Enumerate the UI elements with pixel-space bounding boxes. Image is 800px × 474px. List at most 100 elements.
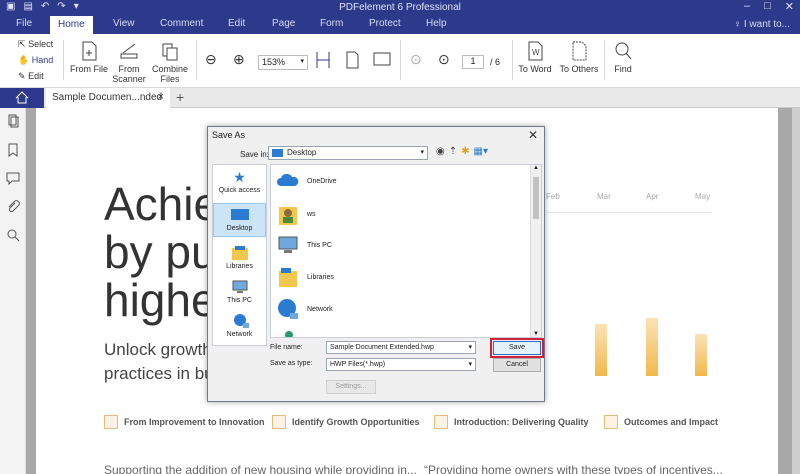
settings-button[interactable]: Settings...: [326, 380, 376, 394]
edit-tool[interactable]: ✎ Edit: [18, 71, 44, 82]
document-scrollbar[interactable]: [792, 108, 800, 474]
new-tab-icon[interactable]: +: [176, 89, 184, 105]
to-others-button[interactable]: To Others: [558, 40, 600, 74]
feature-label: Identify Growth Opportunities: [292, 417, 420, 427]
file-item-onedrive[interactable]: OneDrive: [277, 171, 337, 191]
to-word-button[interactable]: W To Word: [517, 40, 553, 74]
body-text-left: Supporting the addition of new housing w…: [104, 463, 417, 474]
edit-label: Edit: [28, 71, 44, 81]
title-bar: ▣ ▤ ↶ ↷ ▾ PDFelement 6 Professional – □ …: [0, 0, 800, 16]
feature-label: From Improvement to Innovation: [124, 417, 265, 427]
fullscreen-icon[interactable]: [372, 50, 392, 70]
menu-form[interactable]: Form: [320, 18, 343, 29]
from-file-button[interactable]: From File: [70, 40, 108, 74]
maximize-icon[interactable]: □: [764, 0, 771, 13]
dialog-close-icon[interactable]: ✕: [528, 128, 538, 142]
save-type-select[interactable]: HWP Files(*.hwp) ▾: [326, 358, 476, 371]
file-name-input[interactable]: Sample Document Extended.hwp ▾: [326, 341, 476, 354]
thumbnails-icon[interactable]: [6, 114, 20, 128]
cancel-button[interactable]: Cancel: [493, 358, 541, 372]
place-network[interactable]: Network: [213, 313, 266, 338]
combine-files-button[interactable]: Combine Files: [150, 40, 190, 84]
search-panel-icon[interactable]: [6, 228, 20, 242]
file-name: Network: [307, 305, 333, 313]
menu-help[interactable]: Help: [426, 18, 447, 29]
close-tab-icon[interactable]: ×: [158, 91, 164, 103]
libraries-icon: [231, 246, 248, 260]
menu-comment[interactable]: Comment: [160, 18, 203, 29]
place-quick-access[interactable]: ★ Quick access: [213, 169, 266, 194]
menu-edit[interactable]: Edit: [228, 18, 245, 29]
month-label: Feb: [546, 192, 560, 201]
document-tab[interactable]: Sample Documen...nded ×: [46, 88, 170, 108]
back-icon[interactable]: ◉: [436, 146, 445, 157]
place-libraries[interactable]: Libraries: [213, 245, 266, 270]
attachment-icon[interactable]: [6, 200, 20, 214]
ribbon-toolbar: ⇱ Select ✋ Hand ✎ Edit From File From Sc…: [0, 34, 800, 88]
view-menu-icon[interactable]: ▦▾: [474, 146, 488, 157]
svg-text:W: W: [532, 48, 540, 57]
file-list-scrollbar[interactable]: ▲ ▼: [530, 165, 541, 337]
chevron-down-icon: ▾: [420, 149, 424, 156]
feature-icon: [272, 415, 286, 429]
scroll-up-icon[interactable]: ▲: [533, 165, 539, 171]
from-scanner-label-2: Scanner: [112, 74, 146, 84]
month-label: Apr: [646, 192, 659, 201]
feature-item: From Improvement to Innovation: [104, 415, 265, 429]
save-in-value: Desktop: [287, 148, 317, 157]
hand-tool[interactable]: ✋ Hand: [18, 55, 53, 66]
zoom-value: 153%: [262, 57, 286, 67]
to-others-label: To Others: [559, 64, 599, 74]
fit-page-icon[interactable]: [343, 50, 361, 70]
menu-protect[interactable]: Protect: [369, 18, 401, 29]
user-folder-icon: [279, 207, 297, 225]
bookmark-icon[interactable]: [6, 143, 20, 157]
left-sidebar: ▸: [0, 108, 30, 474]
file-item-network[interactable]: Network: [277, 297, 333, 321]
file-item-this-pc[interactable]: This PC: [277, 235, 332, 255]
zoom-select[interactable]: 153% ▾: [258, 55, 308, 70]
zoom-in-icon[interactable]: ⊕: [233, 51, 245, 68]
page-number-input[interactable]: 1: [462, 55, 484, 69]
fit-width-icon[interactable]: [314, 50, 332, 70]
place-this-pc[interactable]: This PC: [213, 279, 266, 304]
save-in-label: Save in:: [240, 150, 269, 159]
close-icon[interactable]: ✕: [785, 0, 794, 13]
scroll-thumb[interactable]: [533, 177, 539, 219]
menu-page[interactable]: Page: [272, 18, 295, 29]
save-button[interactable]: Save: [490, 338, 544, 358]
file-item-libraries[interactable]: Libraries: [277, 265, 334, 289]
new-folder-icon[interactable]: ✱: [461, 146, 469, 157]
minimize-icon[interactable]: –: [744, 0, 750, 13]
from-file-label: From File: [70, 64, 108, 74]
place-desktop[interactable]: Desktop: [213, 203, 266, 237]
file-item-user[interactable]: ws: [277, 201, 316, 227]
network-icon: [278, 299, 298, 319]
place-label: Quick access: [218, 187, 261, 194]
save-in-select[interactable]: Desktop ▾: [268, 146, 428, 160]
menu-view[interactable]: View: [113, 18, 135, 29]
comment-icon[interactable]: [6, 171, 20, 185]
zoom-out-icon[interactable]: ⊖: [205, 51, 217, 68]
dialog-title: Save As: [212, 130, 246, 140]
select-tool[interactable]: ⇱ Select: [18, 39, 53, 50]
previous-page-icon[interactable]: ⊙: [410, 51, 422, 68]
feature-item: Identify Growth Opportunities: [272, 415, 420, 429]
feature-item: Introduction: Delivering Quality: [434, 415, 589, 429]
home-tab[interactable]: [0, 88, 44, 108]
menu-home[interactable]: Home: [50, 16, 93, 34]
file-name-value: Sample Document Extended.hwp: [330, 344, 434, 351]
next-page-icon[interactable]: ⊙: [438, 51, 450, 68]
find-button[interactable]: Find: [610, 40, 636, 74]
menu-file[interactable]: File: [16, 18, 32, 29]
combine-label-2: Files: [160, 74, 180, 84]
i-want-to-search[interactable]: ♀ I want to...: [734, 19, 790, 30]
file-item-partial[interactable]: [277, 325, 299, 337]
network-icon: [285, 331, 293, 337]
feature-label: Introduction: Delivering Quality: [454, 417, 589, 427]
save-type-value: HWP Files(*.hwp): [330, 361, 386, 368]
up-folder-icon[interactable]: ⇡: [449, 146, 457, 157]
place-label: Libraries: [226, 263, 253, 270]
scroll-down-icon[interactable]: ▼: [533, 331, 539, 337]
from-scanner-button[interactable]: From Scanner: [112, 40, 146, 84]
